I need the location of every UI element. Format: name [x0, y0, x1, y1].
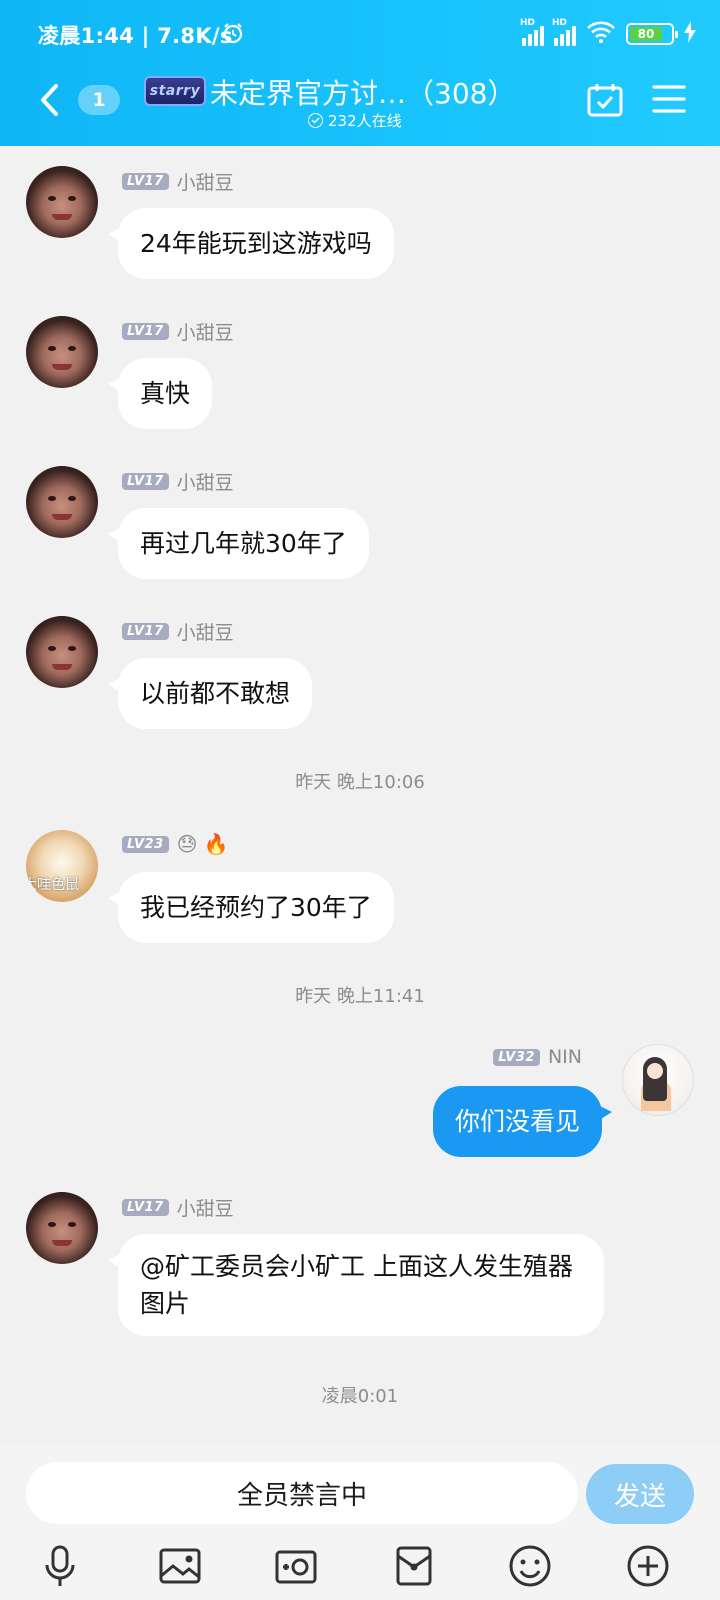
online-status: 232人在线: [308, 110, 402, 131]
message-input-muted: 全员禁言中: [26, 1462, 578, 1524]
timestamp: 昨天 晚上10:06: [295, 772, 425, 793]
level-badge: LV17: [122, 173, 169, 190]
send-button[interactable]: 发送: [586, 1464, 694, 1524]
avatar[interactable]: 大哇色鼠: [26, 830, 98, 902]
network-type-label: HD: [520, 18, 536, 28]
message-bubble[interactable]: 再过几年就30年了: [108, 508, 369, 579]
message-list[interactable]: LV17 小甜豆 24年能玩到这游戏吗 LV17 小甜豆 真快 LV17 小甜豆…: [0, 146, 720, 1446]
input-bar: 全员禁言中 发送: [0, 1446, 720, 1600]
level-badge: LV23: [122, 835, 169, 853]
microphone-icon[interactable]: [36, 1542, 84, 1590]
online-count: 232人在线: [328, 112, 402, 130]
group-logo: starry: [144, 76, 206, 106]
avatar[interactable]: [26, 166, 98, 238]
sender-name[interactable]: 小甜豆: [177, 1194, 234, 1221]
sender-name[interactable]: 小甜豆: [177, 618, 234, 645]
level-badge: LV17: [122, 473, 169, 490]
cellular-signal-2-icon: HD: [552, 18, 576, 46]
message-bubble[interactable]: 24年能玩到这游戏吗: [108, 208, 394, 279]
nav-bar: 1 starry 未定界官方讨…（308） 232人在线: [0, 70, 720, 146]
message-meta: LV17 小甜豆: [122, 1194, 234, 1221]
camera-icon[interactable]: [272, 1542, 320, 1590]
level-badge: LV32: [493, 1048, 540, 1066]
message-bubble[interactable]: 我已经预约了30年了: [108, 872, 394, 943]
timestamp: 凌晨0:01: [321, 1386, 399, 1407]
message-meta: LV17 小甜豆: [122, 168, 234, 195]
avatar-caption: 大哇色鼠: [26, 877, 79, 893]
charging-icon: [684, 21, 696, 47]
timestamp: 昨天 晚上11:41: [295, 986, 425, 1007]
input-toolbar: [0, 1542, 720, 1592]
message-bubble[interactable]: 以前都不敢想: [107, 658, 313, 729]
wifi-icon: [586, 20, 616, 48]
avatar[interactable]: [26, 1192, 98, 1264]
group-title[interactable]: 未定界官方讨…（308）: [210, 72, 515, 112]
cellular-signal-icon: HD: [520, 18, 544, 46]
message-bubble[interactable]: 真快: [107, 358, 213, 429]
unread-count-badge[interactable]: 1: [78, 85, 120, 115]
status-emoji-badges: 😓 🔥: [176, 832, 229, 856]
message-meta: LV17 小甜豆: [122, 468, 234, 495]
alarm-icon: [222, 22, 244, 48]
message-meta: LV32 NIN: [493, 1046, 582, 1068]
message-meta: LV23 😓 🔥: [122, 832, 229, 856]
online-indicator-icon: [308, 113, 323, 128]
status-bar: 凌晨1:44 | 7.8K/s HD HD 80: [0, 0, 720, 70]
avatar[interactable]: [26, 466, 98, 538]
plus-more-icon[interactable]: [624, 1542, 672, 1590]
level-badge: LV17: [122, 1199, 169, 1216]
avatar[interactable]: [26, 316, 98, 388]
battery-level: 80: [630, 27, 662, 41]
message-bubble-self[interactable]: 你们没看见: [432, 1086, 613, 1157]
sender-name[interactable]: NIN: [548, 1046, 582, 1068]
message-bubble[interactable]: @矿工委员会小矿工 上面这人发生殖器图片: [108, 1234, 604, 1336]
back-arrow-icon[interactable]: [34, 80, 68, 120]
level-badge: LV17: [122, 623, 169, 640]
message-meta: LV17 小甜豆: [122, 318, 234, 345]
sender-name[interactable]: 小甜豆: [177, 168, 234, 195]
red-packet-icon[interactable]: [390, 1542, 438, 1590]
network-type-label-2: HD: [552, 18, 568, 28]
sender-name[interactable]: 小甜豆: [177, 468, 234, 495]
message-meta: LV17 小甜豆: [122, 618, 234, 645]
emoji-icon[interactable]: [506, 1542, 554, 1590]
my-avatar[interactable]: [622, 1044, 694, 1116]
level-badge: LV17: [122, 323, 169, 340]
menu-icon[interactable]: [652, 84, 686, 118]
sender-name[interactable]: 小甜豆: [177, 318, 234, 345]
chat-header: 凌晨1:44 | 7.8K/s HD HD 80 1 starry 未定界官方讨…: [0, 0, 720, 146]
status-time: 凌晨1:44 | 7.8K/s: [38, 24, 233, 48]
calendar-checkin-icon[interactable]: [586, 82, 624, 122]
battery-icon: 80: [626, 23, 678, 45]
avatar[interactable]: [26, 616, 98, 688]
image-icon[interactable]: [156, 1542, 204, 1590]
